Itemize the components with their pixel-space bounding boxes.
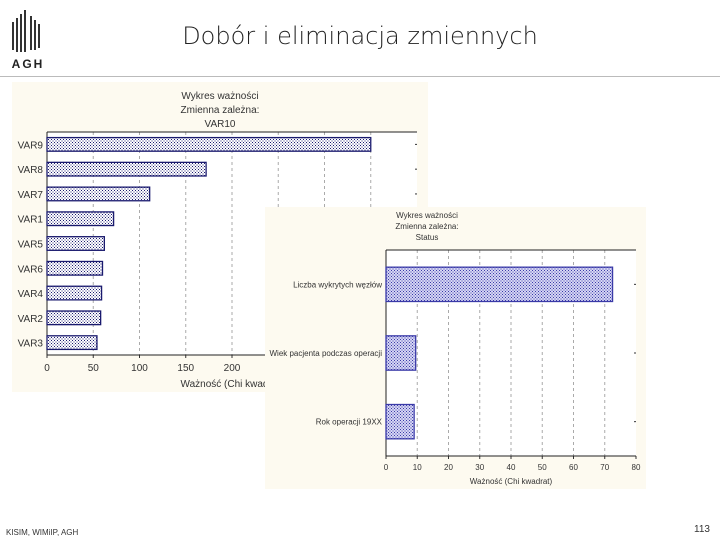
header-divider [0,76,720,77]
page-number: 113 [694,524,710,535]
bar [46,236,105,251]
y-category-label: VAR5 [18,240,44,251]
chart-status-panel: Wykres ważności Zmienna zależna: Status 0 10… [265,207,646,489]
y-category-label: VAR4 [18,289,44,300]
x-tick-label: 100 [131,363,148,374]
y-category-label: VAR9 [18,140,44,151]
bar [385,403,415,440]
y-category-label: Wiek pacjenta podczas operacji [269,349,382,358]
x-tick-label: 40 [507,463,516,472]
x-tick-label: 50 [538,463,547,472]
chart-title-line: Zmienna zależna: [395,222,458,231]
y-category-label: Liczba wykrytych węzłów [293,280,382,289]
x-tick-label: 10 [413,463,422,472]
chart-title-line: Status [416,233,439,242]
svg-text:AGH: AGH [12,57,45,70]
slide-title: Dobór i eliminacja zmiennych [182,22,538,50]
x-tick-label: 50 [88,363,100,374]
bar [46,211,115,227]
x-tick-label: 60 [569,463,578,472]
bar [46,186,151,202]
y-category-label: VAR6 [18,264,44,275]
bar [46,136,372,152]
chart-title-line: Wykres ważności [396,211,458,220]
bar [46,161,207,177]
bar [46,310,102,326]
chart-title-line: Zmienna zależna: [181,105,260,116]
bar [385,266,614,303]
x-tick-label: 80 [632,463,641,472]
chart-title-line: VAR10 [205,119,236,130]
bar [385,335,417,371]
chart-title-line: Wykres ważności [181,91,258,102]
x-tick-label: 30 [475,463,484,472]
bar [46,335,98,351]
x-tick-label: 0 [384,463,389,472]
x-tick-label: 200 [224,363,241,374]
bar [46,260,104,276]
y-category-label: VAR8 [18,165,44,176]
y-category-label: VAR3 [18,339,44,350]
chart-status: Wykres ważności Zmienna zależna: Status 0 10… [269,211,641,486]
footer-institution: KISIM, WIMiIP, AGH [6,528,79,537]
x-tick-label: 150 [177,363,194,374]
y-category-label: VAR7 [18,190,44,201]
x-tick-label: 70 [600,463,609,472]
y-category-label: Rok operacji 19XX [316,418,383,427]
y-category-label: VAR1 [18,215,44,226]
x-tick-label: 0 [44,363,50,374]
x-tick-label: 20 [444,463,453,472]
y-category-label: VAR2 [18,314,44,325]
bar [46,285,103,301]
x-axis-label: Ważność (Chi kwadrat) [470,477,553,486]
